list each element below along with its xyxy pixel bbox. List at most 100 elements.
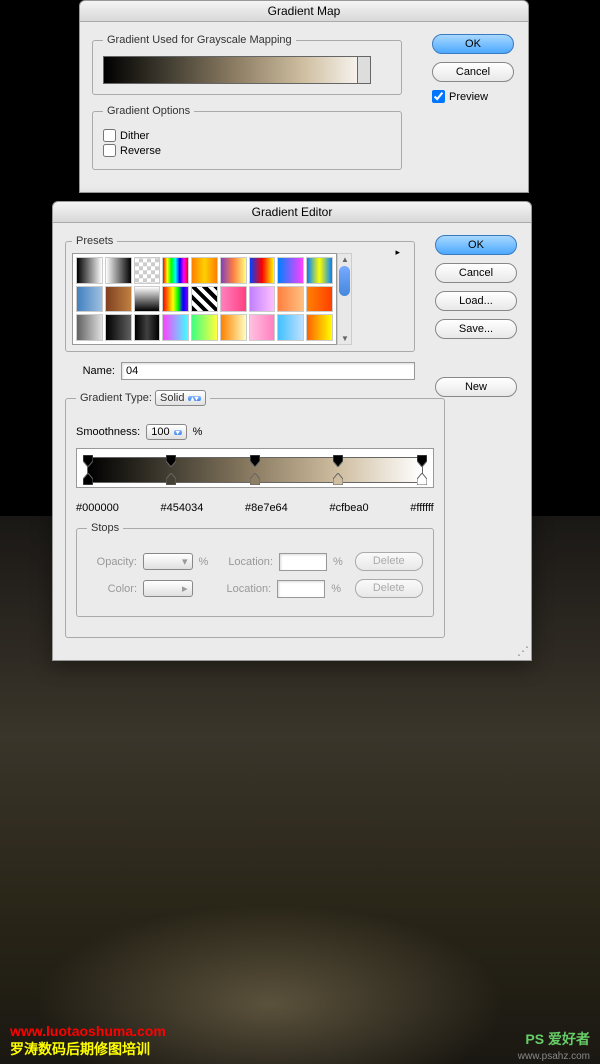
color-stop[interactable]: [333, 473, 343, 485]
preset-swatch[interactable]: [76, 286, 103, 313]
watermark-url-2: www.psahz.com: [518, 1051, 590, 1062]
preset-swatch[interactable]: [220, 286, 247, 313]
gradient-bar[interactable]: [87, 457, 423, 483]
preset-swatch[interactable]: [277, 286, 304, 313]
gradient-type-select[interactable]: Solid ▴▾: [155, 390, 206, 406]
preset-swatch[interactable]: [277, 314, 304, 341]
preset-swatch[interactable]: [306, 314, 333, 341]
reverse-checkbox-row[interactable]: Reverse: [103, 144, 391, 157]
percent-label: %: [199, 556, 209, 568]
grayscale-mapping-legend: Gradient Used for Grayscale Mapping: [103, 34, 296, 46]
preview-label: Preview: [449, 91, 488, 103]
opacity-delete-button: Delete: [355, 552, 423, 571]
presets-legend: Presets: [72, 235, 117, 247]
smoothness-input[interactable]: 100 ▾: [146, 424, 186, 440]
color-delete-button: Delete: [355, 579, 423, 598]
color-stop[interactable]: [250, 473, 260, 485]
dither-checkbox[interactable]: [103, 129, 116, 142]
preset-swatch[interactable]: [76, 314, 103, 341]
watermark-logo: PS 爱好者: [525, 1029, 590, 1049]
opacity-stop[interactable]: [333, 455, 343, 467]
color-location-input: [277, 580, 325, 598]
stop-hex-label: #454034: [160, 502, 203, 514]
editor-cancel-button[interactable]: Cancel: [435, 263, 517, 283]
dropdown-icon: ▾: [174, 430, 182, 435]
name-label: Name:: [65, 365, 115, 377]
preset-swatch[interactable]: [191, 314, 218, 341]
select-arrows-icon: ▴▾: [188, 396, 200, 401]
opacity-stop[interactable]: [250, 455, 260, 467]
preset-swatch[interactable]: [162, 314, 189, 341]
presets-scrollbar[interactable]: [337, 253, 352, 345]
new-button[interactable]: New: [435, 377, 517, 397]
gradient-preview[interactable]: ▼: [103, 56, 371, 84]
gradient-editor-title: Gradient Editor: [53, 202, 531, 223]
gradient-type-label: Gradient Type:: [80, 392, 152, 404]
editor-ok-button[interactable]: OK: [435, 235, 517, 255]
presets-fieldset: Presets ▸: [65, 235, 415, 352]
ok-button[interactable]: OK: [432, 34, 514, 54]
opacity-stop[interactable]: [83, 455, 93, 467]
stop-hex-label: #ffffff: [410, 502, 433, 514]
smoothness-label: Smoothness:: [76, 426, 140, 438]
opacity-input: ▾: [143, 553, 193, 570]
preset-swatch[interactable]: [249, 257, 276, 284]
presets-grid: [72, 253, 337, 345]
cancel-button[interactable]: Cancel: [432, 62, 514, 82]
gradient-map-dialog: Gradient Map Gradient Used for Grayscale…: [79, 0, 529, 193]
watermark-url-1: www.luotaoshuma.com: [10, 1023, 166, 1039]
preset-swatch[interactable]: [134, 257, 161, 284]
preset-swatch[interactable]: [220, 314, 247, 341]
color-stop[interactable]: [166, 473, 176, 485]
watermark-text: 罗涛数码后期修图培训: [10, 1039, 150, 1059]
preset-swatch[interactable]: [191, 286, 218, 313]
presets-menu-icon[interactable]: ▸: [395, 247, 400, 258]
stops-fieldset: Stops Opacity: ▾ % Location: % Delete Co…: [76, 522, 434, 617]
resize-handle-icon[interactable]: ⋰: [517, 644, 529, 658]
preset-swatch[interactable]: [191, 257, 218, 284]
color-swatch-input: ▸: [143, 580, 193, 597]
preset-swatch[interactable]: [105, 286, 132, 313]
color-stop[interactable]: [417, 473, 427, 485]
preset-swatch[interactable]: [105, 314, 132, 341]
preset-swatch[interactable]: [306, 286, 333, 313]
preset-swatch[interactable]: [277, 257, 304, 284]
smoothness-value: 100: [151, 426, 169, 438]
reverse-checkbox[interactable]: [103, 144, 116, 157]
gradient-type-value: Solid: [160, 392, 184, 404]
opacity-label: Opacity:: [87, 556, 137, 568]
gradient-editor-dialog: Gradient Editor Presets ▸ Name: Gradient…: [52, 201, 532, 661]
preset-swatch[interactable]: [76, 257, 103, 284]
name-input[interactable]: [121, 362, 415, 380]
preset-swatch[interactable]: [162, 286, 189, 313]
percent-label: %: [193, 426, 203, 438]
gradient-options-fieldset: Gradient Options Dither Reverse: [92, 105, 402, 170]
dropdown-icon: ▾: [182, 555, 188, 568]
opacity-stop[interactable]: [417, 455, 427, 467]
opacity-location-input: [279, 553, 327, 571]
preset-swatch[interactable]: [249, 314, 276, 341]
percent-label: %: [333, 556, 343, 568]
preset-swatch[interactable]: [134, 286, 161, 313]
preview-checkbox[interactable]: [432, 90, 445, 103]
color-stop[interactable]: [83, 473, 93, 485]
opacity-stop[interactable]: [166, 455, 176, 467]
dither-checkbox-row[interactable]: Dither: [103, 129, 391, 142]
preset-swatch[interactable]: [134, 314, 161, 341]
preset-swatch[interactable]: [306, 257, 333, 284]
preview-checkbox-row[interactable]: Preview: [432, 90, 516, 103]
color-label: Color:: [87, 583, 137, 595]
location-label: Location:: [228, 556, 273, 568]
gradient-options-legend: Gradient Options: [103, 105, 194, 117]
preset-swatch[interactable]: [105, 257, 132, 284]
gradient-bar-container: [76, 448, 434, 488]
preset-swatch[interactable]: [162, 257, 189, 284]
dropdown-icon: ▸: [182, 582, 188, 595]
save-button[interactable]: Save...: [435, 319, 517, 339]
load-button[interactable]: Load...: [435, 291, 517, 311]
preset-swatch[interactable]: [249, 286, 276, 313]
preset-swatch[interactable]: [220, 257, 247, 284]
stop-hex-label: #cfbea0: [329, 502, 368, 514]
scrollbar-thumb[interactable]: [339, 266, 350, 296]
stop-hex-label: #8e7e64: [245, 502, 288, 514]
